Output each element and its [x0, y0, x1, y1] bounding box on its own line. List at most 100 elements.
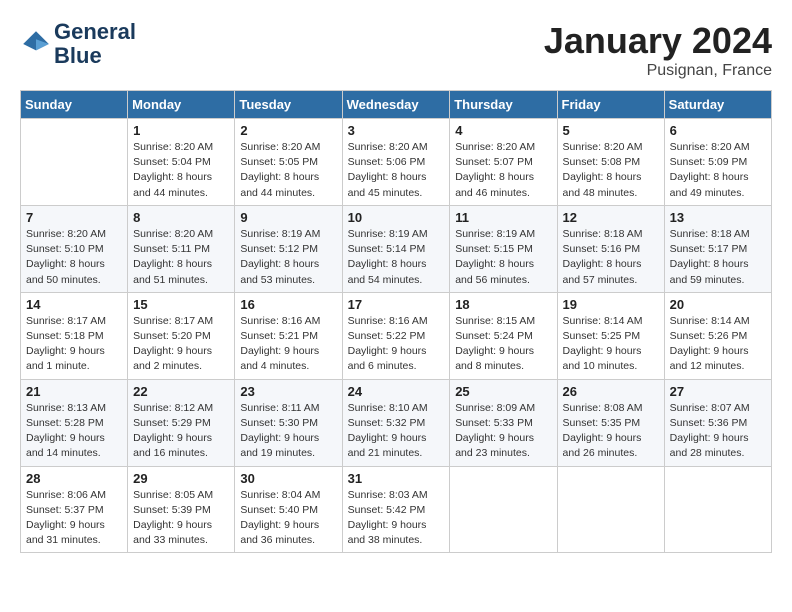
page-header: General Blue January 2024 Pusignan, Fran…: [20, 20, 772, 80]
day-number: 16: [240, 297, 336, 312]
day-info: Sunrise: 8:18 AM Sunset: 5:16 PM Dayligh…: [563, 227, 659, 288]
calendar-cell: 7 Sunrise: 8:20 AM Sunset: 5:10 PM Daylig…: [21, 205, 128, 292]
day-number: 23: [240, 384, 336, 399]
day-info: Sunrise: 8:13 AM Sunset: 5:28 PM Dayligh…: [26, 401, 122, 462]
calendar-cell: 15 Sunrise: 8:17 AM Sunset: 5:20 PM Dayli…: [128, 292, 235, 379]
calendar-cell: 6Sunrise: 8:20 AM Sunset: 5:09 PM Daylig…: [664, 119, 771, 206]
day-info: Sunrise: 8:20 AM Sunset: 5:10 PM Dayligh…: [26, 227, 122, 288]
day-info: Sunrise: 8:17 AM Sunset: 5:20 PM Dayligh…: [133, 314, 229, 375]
day-number: 25: [455, 384, 551, 399]
calendar-cell: 24 Sunrise: 8:10 AM Sunset: 5:32 PM Dayli…: [342, 379, 450, 466]
calendar-cell: 18 Sunrise: 8:15 AM Sunset: 5:24 PM Dayli…: [450, 292, 557, 379]
calendar-cell: 13 Sunrise: 8:18 AM Sunset: 5:17 PM Dayli…: [664, 205, 771, 292]
day-number: 1: [133, 123, 229, 138]
day-info: Sunrise: 8:19 AM Sunset: 5:14 PM Dayligh…: [348, 227, 445, 288]
calendar-cell: 1Sunrise: 8:20 AM Sunset: 5:04 PM Daylig…: [128, 119, 235, 206]
calendar-cell: 21 Sunrise: 8:13 AM Sunset: 5:28 PM Dayli…: [21, 379, 128, 466]
day-info: Sunrise: 8:20 AM Sunset: 5:07 PM Dayligh…: [455, 140, 551, 201]
day-of-week-header: Thursday: [450, 91, 557, 119]
day-info: Sunrise: 8:20 AM Sunset: 5:06 PM Dayligh…: [348, 140, 445, 201]
calendar-cell: 17 Sunrise: 8:16 AM Sunset: 5:22 PM Dayli…: [342, 292, 450, 379]
day-info: Sunrise: 8:08 AM Sunset: 5:35 PM Dayligh…: [563, 401, 659, 462]
calendar-cell: [450, 466, 557, 553]
day-of-week-header: Saturday: [664, 91, 771, 119]
logo-line2: Blue: [54, 44, 136, 68]
day-info: Sunrise: 8:15 AM Sunset: 5:24 PM Dayligh…: [455, 314, 551, 375]
day-number: 7: [26, 210, 122, 225]
day-number: 21: [26, 384, 122, 399]
day-number: 31: [348, 471, 445, 486]
calendar-cell: 2 Sunrise: 8:20 AM Sunset: 5:05 PM Daylig…: [235, 119, 342, 206]
logo: General Blue: [20, 20, 136, 68]
day-info: Sunrise: 8:19 AM Sunset: 5:12 PM Dayligh…: [240, 227, 336, 288]
calendar-week-row: 21 Sunrise: 8:13 AM Sunset: 5:28 PM Dayli…: [21, 379, 772, 466]
calendar-cell: 8 Sunrise: 8:20 AM Sunset: 5:11 PM Daylig…: [128, 205, 235, 292]
day-number: 18: [455, 297, 551, 312]
calendar-cell: 4 Sunrise: 8:20 AM Sunset: 5:07 PM Daylig…: [450, 119, 557, 206]
calendar-table: SundayMondayTuesdayWednesdayThursdayFrid…: [20, 90, 772, 553]
day-info: Sunrise: 8:20 AM Sunset: 5:11 PM Dayligh…: [133, 227, 229, 288]
calendar-cell: 29 Sunrise: 8:05 AM Sunset: 5:39 PM Dayli…: [128, 466, 235, 553]
calendar-week-row: 7 Sunrise: 8:20 AM Sunset: 5:10 PM Daylig…: [21, 205, 772, 292]
day-number: 5: [563, 123, 659, 138]
calendar-cell: 19Sunrise: 8:14 AM Sunset: 5:25 PM Dayli…: [557, 292, 664, 379]
day-number: 24: [348, 384, 445, 399]
day-number: 27: [670, 384, 766, 399]
day-number: 26: [563, 384, 659, 399]
day-info: Sunrise: 8:20 AM Sunset: 5:05 PM Dayligh…: [240, 140, 336, 201]
day-info: Sunrise: 8:05 AM Sunset: 5:39 PM Dayligh…: [133, 488, 229, 549]
day-number: 30: [240, 471, 336, 486]
calendar-cell: 10 Sunrise: 8:19 AM Sunset: 5:14 PM Dayli…: [342, 205, 450, 292]
location: Pusignan, France: [544, 62, 772, 80]
calendar-cell: 28 Sunrise: 8:06 AM Sunset: 5:37 PM Dayli…: [21, 466, 128, 553]
day-number: 22: [133, 384, 229, 399]
calendar-cell: 30Sunrise: 8:04 AM Sunset: 5:40 PM Dayli…: [235, 466, 342, 553]
calendar-cell: 11 Sunrise: 8:19 AM Sunset: 5:15 PM Dayli…: [450, 205, 557, 292]
calendar-cell: 26 Sunrise: 8:08 AM Sunset: 5:35 PM Dayli…: [557, 379, 664, 466]
day-info: Sunrise: 8:18 AM Sunset: 5:17 PM Dayligh…: [670, 227, 766, 288]
calendar-cell: 14Sunrise: 8:17 AM Sunset: 5:18 PM Dayli…: [21, 292, 128, 379]
day-number: 8: [133, 210, 229, 225]
day-info: Sunrise: 8:16 AM Sunset: 5:22 PM Dayligh…: [348, 314, 445, 375]
calendar-cell: [557, 466, 664, 553]
day-info: Sunrise: 8:06 AM Sunset: 5:37 PM Dayligh…: [26, 488, 122, 549]
calendar-cell: 25Sunrise: 8:09 AM Sunset: 5:33 PM Dayli…: [450, 379, 557, 466]
day-of-week-header: Friday: [557, 91, 664, 119]
day-number: 11: [455, 210, 551, 225]
day-info: Sunrise: 8:10 AM Sunset: 5:32 PM Dayligh…: [348, 401, 445, 462]
day-info: Sunrise: 8:14 AM Sunset: 5:26 PM Dayligh…: [670, 314, 766, 375]
calendar-cell: 9Sunrise: 8:19 AM Sunset: 5:12 PM Daylig…: [235, 205, 342, 292]
day-number: 17: [348, 297, 445, 312]
day-info: Sunrise: 8:07 AM Sunset: 5:36 PM Dayligh…: [670, 401, 766, 462]
day-number: 13: [670, 210, 766, 225]
day-info: Sunrise: 8:11 AM Sunset: 5:30 PM Dayligh…: [240, 401, 336, 462]
calendar-week-row: 14Sunrise: 8:17 AM Sunset: 5:18 PM Dayli…: [21, 292, 772, 379]
day-info: Sunrise: 8:12 AM Sunset: 5:29 PM Dayligh…: [133, 401, 229, 462]
logo-line1: General: [54, 20, 136, 44]
day-number: 12: [563, 210, 659, 225]
day-info: Sunrise: 8:19 AM Sunset: 5:15 PM Dayligh…: [455, 227, 551, 288]
calendar-cell: 31Sunrise: 8:03 AM Sunset: 5:42 PM Dayli…: [342, 466, 450, 553]
day-number: 28: [26, 471, 122, 486]
calendar-cell: [664, 466, 771, 553]
calendar-cell: 27 Sunrise: 8:07 AM Sunset: 5:36 PM Dayli…: [664, 379, 771, 466]
calendar-week-row: 28 Sunrise: 8:06 AM Sunset: 5:37 PM Dayli…: [21, 466, 772, 553]
month-title: January 2024: [544, 20, 772, 62]
day-of-week-header: Wednesday: [342, 91, 450, 119]
calendar-cell: [21, 119, 128, 206]
calendar-cell: 3Sunrise: 8:20 AM Sunset: 5:06 PM Daylig…: [342, 119, 450, 206]
day-number: 14: [26, 297, 122, 312]
day-number: 4: [455, 123, 551, 138]
title-block: January 2024 Pusignan, France: [544, 20, 772, 80]
day-info: Sunrise: 8:20 AM Sunset: 5:08 PM Dayligh…: [563, 140, 659, 201]
day-number: 2: [240, 123, 336, 138]
day-number: 29: [133, 471, 229, 486]
calendar-header-row: SundayMondayTuesdayWednesdayThursdayFrid…: [21, 91, 772, 119]
day-of-week-header: Monday: [128, 91, 235, 119]
calendar-cell: 20 Sunrise: 8:14 AM Sunset: 5:26 PM Dayli…: [664, 292, 771, 379]
day-number: 15: [133, 297, 229, 312]
day-number: 19: [563, 297, 659, 312]
day-number: 10: [348, 210, 445, 225]
day-number: 20: [670, 297, 766, 312]
logo-text: General Blue: [54, 20, 136, 68]
